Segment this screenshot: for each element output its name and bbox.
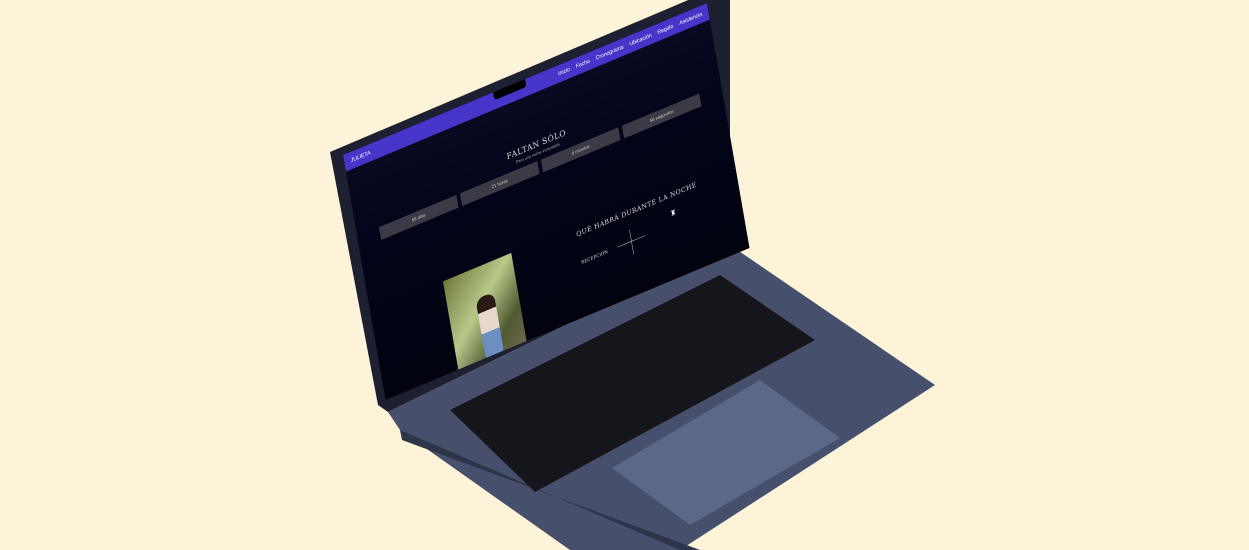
timeline-item-reception: RECEPCIÓN (580, 249, 609, 266)
nav-link-ubicacion[interactable]: Ubicación (629, 32, 652, 47)
reception-icon: ♜ (669, 207, 677, 219)
nav-link-fecha[interactable]: Fecha (575, 58, 590, 70)
nav-link-inicio[interactable]: Inicio (558, 66, 571, 77)
nav-link-regalo[interactable]: Regalo (657, 23, 674, 36)
brand-logo[interactable]: JULIETA (350, 150, 371, 164)
portrait-figure (475, 291, 504, 359)
nav-link-asistencia[interactable]: Asistencia (679, 11, 703, 26)
section-title: QUÉ HABRÁ DURANTE LA NOCHE (575, 181, 698, 239)
